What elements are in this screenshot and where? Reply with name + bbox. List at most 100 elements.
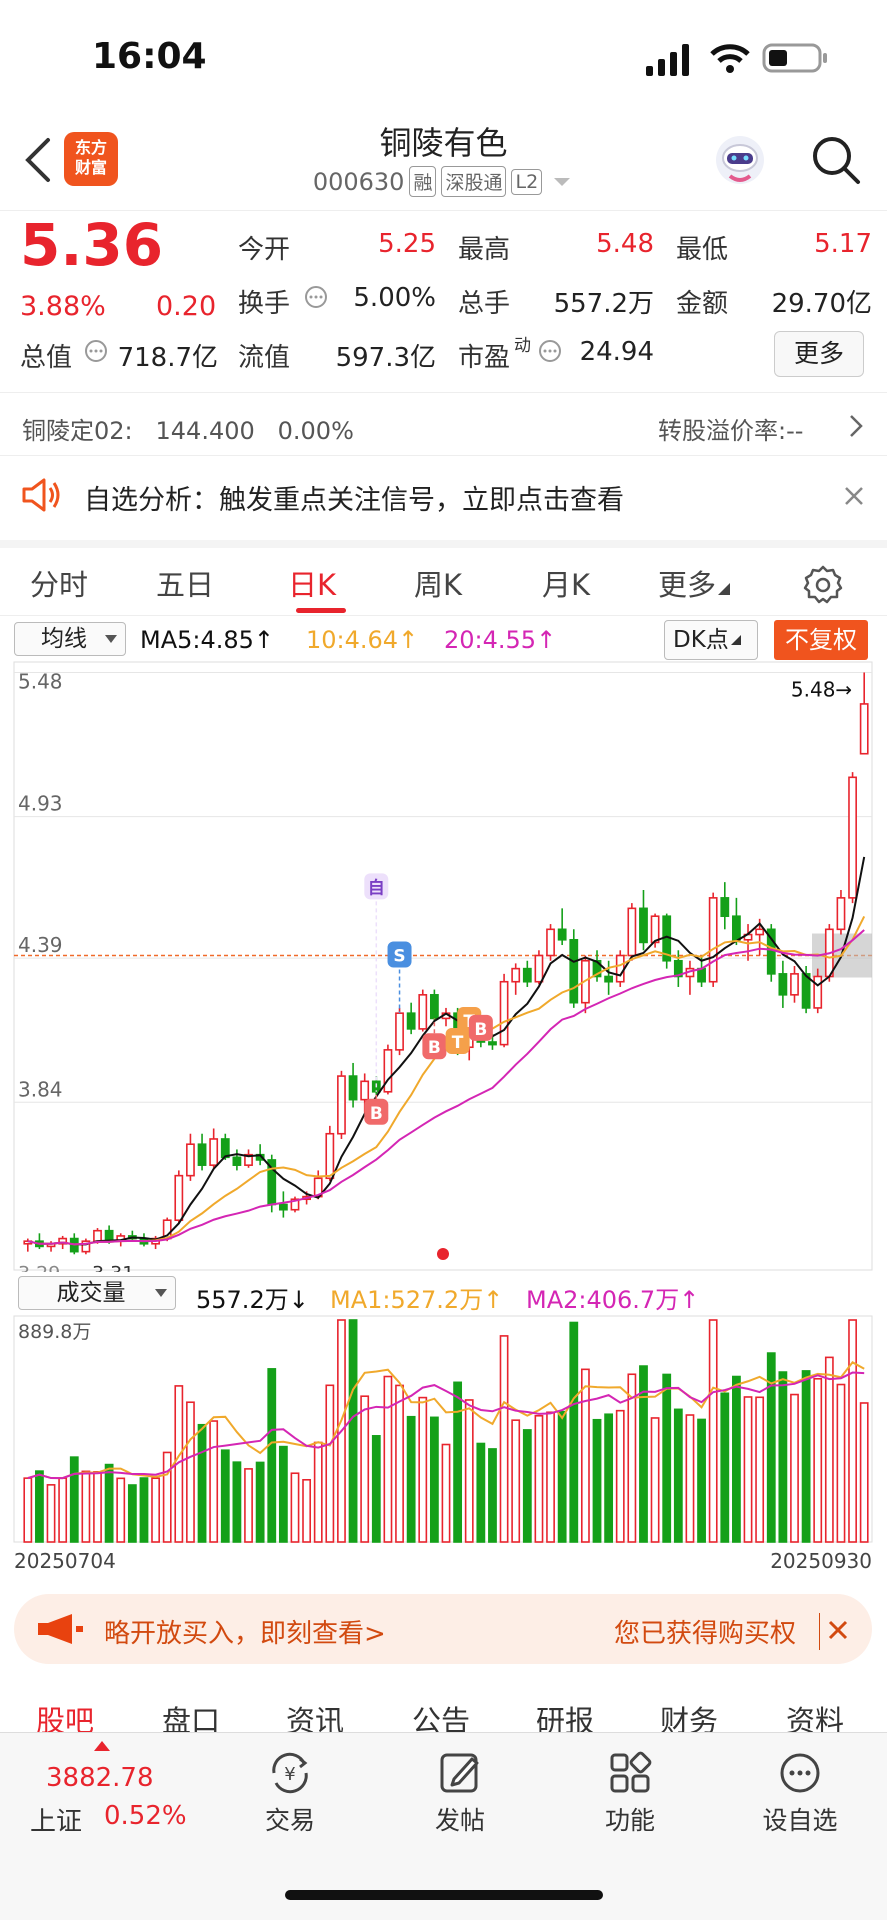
candle-body bbox=[778, 973, 788, 996]
volume-bar bbox=[93, 1471, 102, 1543]
function-button[interactable]: 功能 bbox=[570, 1751, 690, 1837]
turnover-value: 5.00% bbox=[353, 283, 436, 313]
info-icon[interactable] bbox=[84, 339, 108, 363]
y-tick-label: 4.93 bbox=[18, 792, 63, 816]
tab-monthly-k[interactable]: 月K bbox=[542, 562, 590, 604]
ma20-line bbox=[27, 929, 865, 1246]
volume-y-tick: 889.8万 bbox=[18, 1321, 91, 1343]
dk-point-select[interactable]: DK点 bbox=[664, 620, 758, 660]
add-watchlist-button[interactable]: 设自选 bbox=[740, 1751, 860, 1837]
low-price-label: 3.31 bbox=[92, 1263, 134, 1272]
more-dots-icon bbox=[780, 1753, 820, 1793]
volume-bar bbox=[755, 1396, 765, 1543]
index-value[interactable]: 3882.78 bbox=[46, 1763, 154, 1793]
tab-five-day[interactable]: 五日 bbox=[156, 562, 214, 604]
ma-indicator-row: 均线 MA5:4.85↑ 10:4.64↑ 20:4.55↑ DK点 不复权 bbox=[0, 620, 887, 660]
volume-bar bbox=[604, 1413, 614, 1543]
dropdown-icon[interactable] bbox=[550, 175, 574, 189]
candle-body bbox=[615, 954, 625, 983]
candle-body bbox=[337, 1075, 346, 1135]
ma-select[interactable]: 均线 bbox=[14, 622, 126, 656]
close-icon[interactable] bbox=[826, 1618, 850, 1642]
candle-body bbox=[418, 994, 428, 1030]
candle-body bbox=[232, 1156, 242, 1166]
vol-ma1-value: MA1:527.2万↑ bbox=[330, 1286, 504, 1314]
volume-bar bbox=[836, 1383, 846, 1543]
volume-bar bbox=[429, 1416, 439, 1543]
watchlist-analysis-banner[interactable]: 自选分析：触发重点关注信号，立即点击查看 bbox=[0, 458, 887, 534]
tab-daily-k[interactable]: 日K bbox=[288, 562, 336, 604]
candle-body bbox=[278, 1203, 288, 1211]
more-button[interactable]: 更多 bbox=[774, 331, 864, 377]
volume-label: 总手 bbox=[458, 289, 511, 319]
adjust-mode-button[interactable]: 不复权 bbox=[774, 620, 868, 660]
volume-bar bbox=[139, 1477, 149, 1543]
post-button[interactable]: 发帖 bbox=[400, 1751, 520, 1837]
index-name: 上证 bbox=[30, 1807, 83, 1837]
tab-weekly-k[interactable]: 周K bbox=[414, 562, 462, 604]
volume-bar bbox=[69, 1456, 79, 1543]
dropdown-arrow-icon bbox=[155, 1289, 167, 1297]
dropdown-arrow-icon bbox=[105, 635, 117, 643]
volume-bar bbox=[848, 1319, 857, 1543]
volume-bar bbox=[778, 1371, 788, 1543]
high-label: 最高 bbox=[458, 235, 511, 265]
settings-gear-icon[interactable] bbox=[802, 564, 844, 606]
signal-badge-label: S bbox=[393, 947, 405, 967]
volume-bar bbox=[162, 1451, 172, 1543]
robot-assistant-icon[interactable] bbox=[712, 132, 768, 188]
volume-bar bbox=[325, 1384, 335, 1543]
high-price-marker: 5.48→ bbox=[791, 677, 852, 701]
period-tabs: 分时 五日 日K 周K 月K 更多 bbox=[0, 540, 887, 616]
tab-more[interactable]: 更多 bbox=[658, 562, 731, 604]
wifi-icon bbox=[710, 44, 750, 73]
volume-bar bbox=[801, 1370, 811, 1543]
volume-select[interactable]: 成交量 bbox=[18, 1276, 176, 1310]
candle-body bbox=[697, 967, 706, 983]
pe-superscript: 动 bbox=[514, 336, 531, 356]
signal-badge-label: B bbox=[370, 1104, 383, 1124]
candle-body bbox=[511, 967, 521, 983]
promo-text-right: 您已获得购买权 bbox=[614, 1613, 820, 1650]
change-amount: 0.20 bbox=[156, 291, 217, 322]
turnover-label: 换手 bbox=[238, 289, 291, 319]
volume-bar bbox=[708, 1319, 718, 1543]
info-icon[interactable] bbox=[538, 339, 562, 363]
speaker-icon bbox=[22, 478, 60, 512]
close-icon[interactable] bbox=[842, 484, 866, 508]
volume-bar bbox=[313, 1441, 323, 1543]
convertible-bond-row[interactable]: 铜陵定02: 144.400 0.00% 转股溢价率:-- bbox=[0, 392, 887, 456]
volume-bar bbox=[220, 1449, 230, 1543]
volume-bar bbox=[255, 1461, 265, 1543]
megaphone-icon bbox=[38, 1614, 83, 1644]
tag-level2: L2 bbox=[511, 168, 543, 195]
tab-intraday[interactable]: 分时 bbox=[30, 562, 88, 604]
volume-bar bbox=[383, 1375, 393, 1543]
volume-bar bbox=[406, 1415, 416, 1543]
volume-bar bbox=[662, 1373, 672, 1543]
volume-bar bbox=[650, 1417, 660, 1543]
candle-body bbox=[813, 975, 823, 1009]
trade-button[interactable]: ¥ 交易 bbox=[230, 1751, 350, 1837]
tag-connect: 深股通 bbox=[441, 166, 507, 197]
volume-chart[interactable]: 889.8万 20250704 20250930 bbox=[0, 1314, 887, 1576]
float-label: 流值 bbox=[238, 343, 291, 373]
promo-bar[interactable]: 略开放买入，即刻查看> 您已获得购买权 bbox=[14, 1594, 872, 1664]
low-value: 5.17 bbox=[814, 229, 872, 259]
low-label: 最低 bbox=[676, 235, 729, 265]
volume-bar bbox=[534, 1414, 544, 1543]
candlestick-chart[interactable]: 5.484.934.393.845.48→3.293.31自SBBTTB bbox=[0, 660, 887, 1272]
volume-bar bbox=[790, 1393, 799, 1543]
candle-body bbox=[348, 1075, 358, 1101]
candle-body bbox=[534, 954, 544, 983]
corner-arrow-icon bbox=[730, 635, 741, 645]
candle-body bbox=[859, 703, 869, 755]
signal-badge-label: T bbox=[452, 1033, 464, 1053]
volume-bar bbox=[546, 1411, 555, 1543]
search-icon[interactable] bbox=[808, 132, 864, 188]
signal-badge-label: B bbox=[428, 1038, 441, 1058]
info-icon[interactable] bbox=[304, 285, 328, 309]
volume-bar bbox=[116, 1477, 126, 1543]
trade-yen-icon: ¥ bbox=[272, 1752, 308, 1794]
pe-label: 市盈 bbox=[458, 343, 511, 373]
